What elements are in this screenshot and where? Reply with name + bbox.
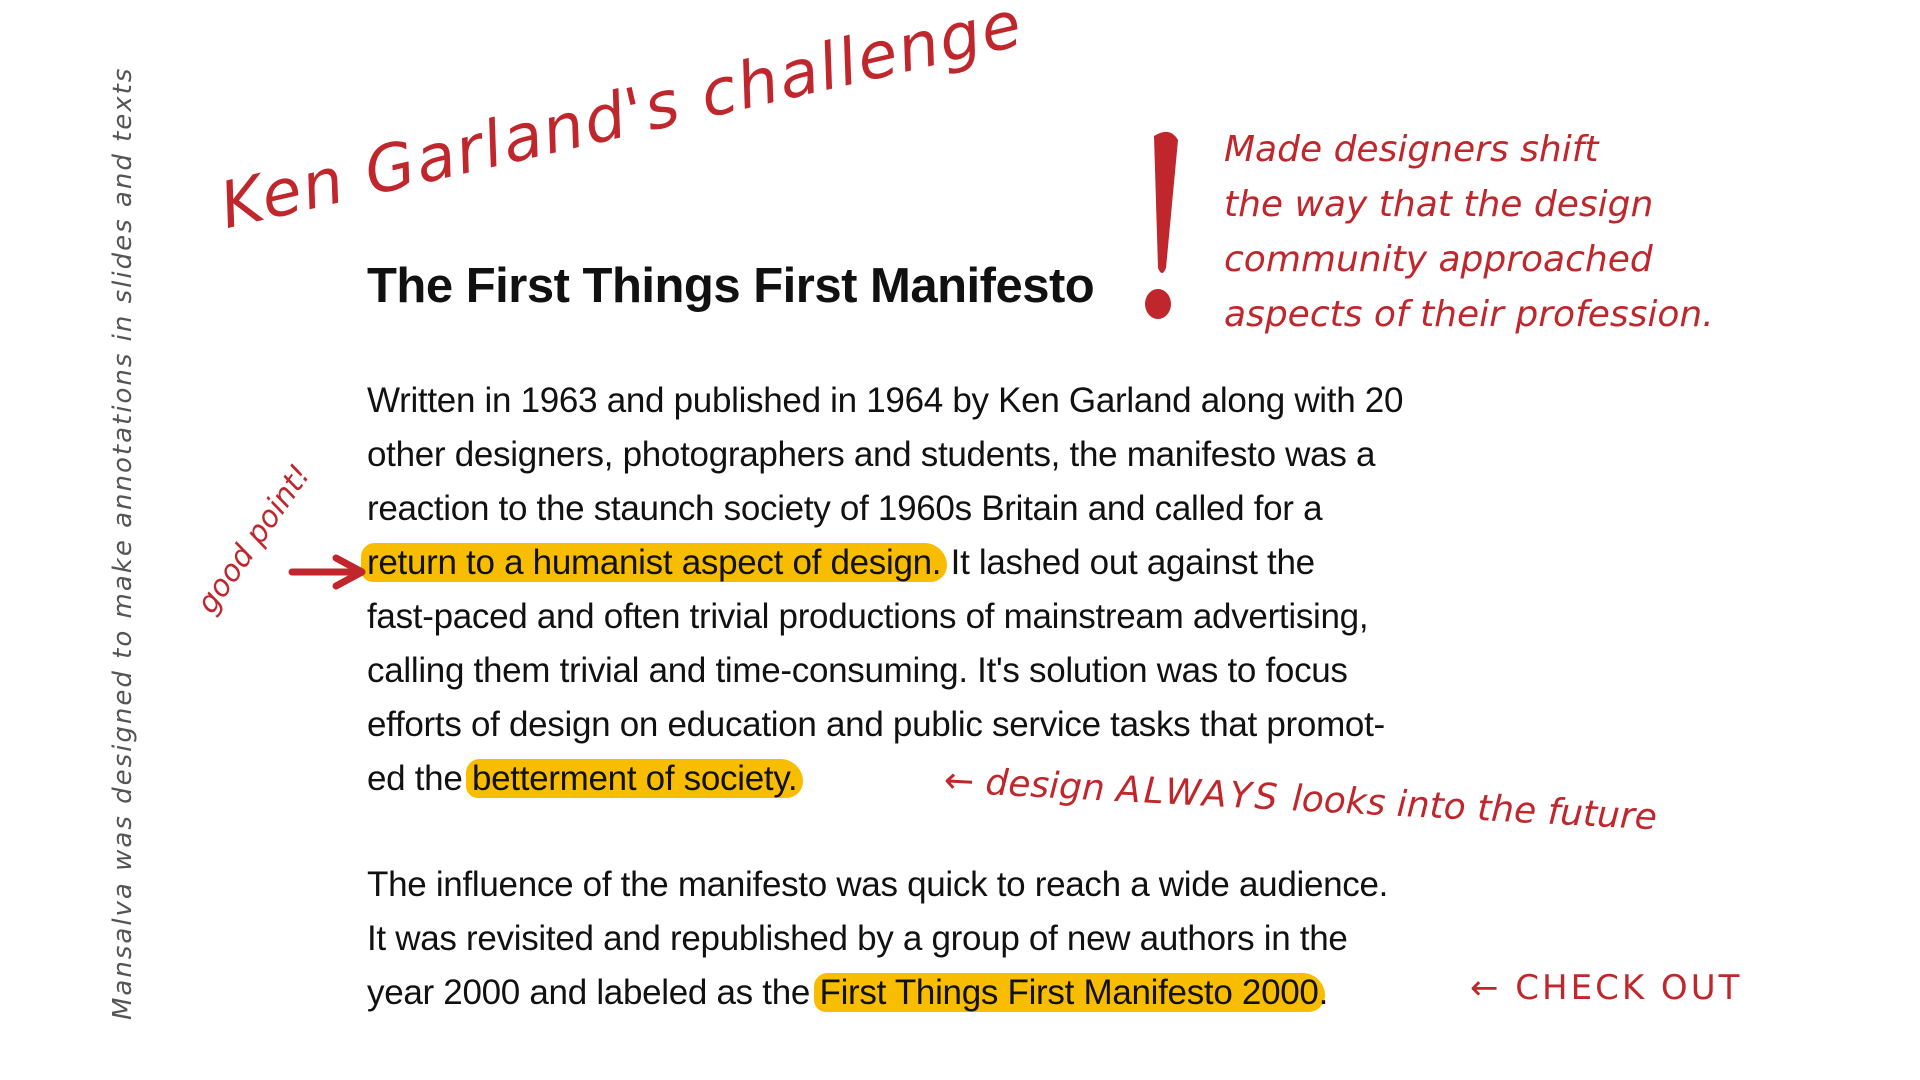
margin-note-line: aspects of their profession.	[1224, 294, 1714, 335]
highlight: First Things First Manifesto 2000	[813, 973, 1325, 1012]
text: looks into the future	[1290, 778, 1658, 839]
text-line: reaction to the staunch society of 1960s…	[367, 489, 1323, 528]
text-line: It was revisited and republished by a gr…	[367, 919, 1348, 958]
text-line: year 2000 and labeled as the First Thing…	[367, 966, 1388, 1020]
text: .	[1318, 973, 1329, 1012]
highlight: betterment of society.	[465, 759, 804, 798]
arrow-right-icon	[288, 554, 366, 590]
text-line: Written in 1963 and published in 1964 by…	[367, 381, 1404, 420]
handwritten-title: Ken Garland's challenge	[213, 0, 1030, 244]
good-point-annotation: good point!	[190, 458, 318, 621]
text: ed the	[367, 759, 472, 798]
text-line: return to a humanist aspect of design. I…	[361, 536, 1403, 590]
text-line: other designers, photographers and stude…	[367, 435, 1376, 474]
exclamation-mark-icon	[1145, 131, 1178, 319]
margin-note: Made designers shift the way that the de…	[1224, 122, 1714, 342]
margin-note-line: the way that the design	[1224, 184, 1654, 225]
text: ALWAYS	[1115, 769, 1282, 819]
check-out-annotation: ← CHECK OUT	[1470, 968, 1743, 1008]
text: design	[984, 762, 1106, 810]
side-note: Mansalva was designed to make annotation…	[108, 66, 138, 1020]
text: It lashed out against the	[941, 543, 1315, 582]
text: year 2000 and labeled as the	[367, 973, 820, 1012]
page-title: The First Things First Manifesto	[367, 259, 1095, 313]
margin-note-line: community approached	[1224, 239, 1653, 280]
text-line: calling them trivial and time-consuming.…	[367, 651, 1348, 690]
text-line: efforts of design on education and publi…	[367, 705, 1385, 744]
paragraph-1: Written in 1963 and published in 1964 by…	[361, 374, 1404, 806]
text-line: fast-paced and often trivial productions…	[367, 597, 1369, 636]
highlight: return to a humanist aspect of design.	[361, 543, 948, 582]
arrow-left-icon: ←	[942, 760, 976, 803]
text-line: The influence of the manifesto was quick…	[367, 865, 1389, 904]
margin-note-line: Made designers shift	[1224, 129, 1599, 170]
paragraph-2: The influence of the manifesto was quick…	[367, 858, 1388, 1020]
